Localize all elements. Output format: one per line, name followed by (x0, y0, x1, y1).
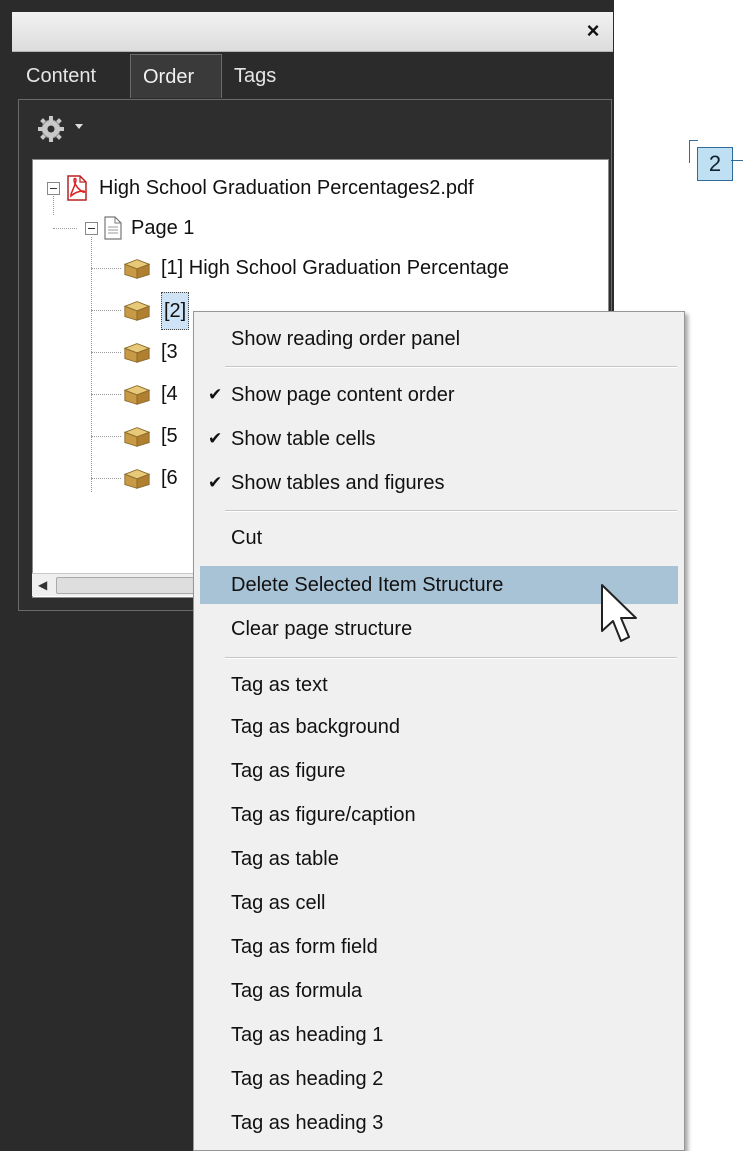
menu-item-show-reading-order-panel[interactable]: Show reading order panel (200, 320, 678, 358)
menu-item-tag-as-heading-1[interactable]: Tag as heading 1 (200, 1016, 678, 1054)
menu-item-tag-as-background[interactable]: Tag as background (200, 708, 678, 746)
menu-item-show-table-cells[interactable]: ✔ Show table cells (200, 420, 678, 458)
menu-item-label: Tag as heading 3 (231, 1112, 384, 1134)
tab-tags[interactable]: Tags (222, 54, 302, 98)
menu-item-tag-as-heading-2[interactable]: Tag as heading 2 (200, 1060, 678, 1098)
container-box-icon (123, 427, 151, 447)
menu-separator (225, 366, 677, 368)
tree-connector (53, 193, 54, 215)
checkmark-icon: ✔ (208, 429, 223, 448)
tab-order[interactable]: Order (130, 54, 222, 98)
scrollbar-thumb[interactable] (56, 577, 208, 594)
menu-item-tag-as-figure[interactable]: Tag as figure (200, 752, 678, 790)
container-box-icon (123, 259, 151, 279)
menu-item-tag-as-table[interactable]: Tag as table (200, 840, 678, 878)
menu-item-label: Delete Selected Item Structure (231, 574, 504, 596)
mouse-cursor-icon (601, 584, 637, 642)
menu-item-tag-as-figure-caption[interactable]: Tag as figure/caption (200, 796, 678, 834)
content-item-label: [2] (161, 292, 190, 330)
context-menu: Show reading order panel ✔ Show page conte… (193, 311, 685, 1151)
tree-connector (91, 352, 121, 353)
tree-connector (53, 228, 77, 229)
menu-item-label: Clear page structure (231, 618, 413, 640)
panel-title-bar: × (12, 12, 613, 52)
menu-item-label: Cut (231, 527, 263, 549)
menu-item-tag-as-formula[interactable]: Tag as formula (200, 972, 678, 1010)
container-box-icon (123, 301, 151, 321)
order-badge-connector (731, 160, 743, 161)
tab-content[interactable]: Content (14, 54, 124, 98)
tree-connector (91, 394, 121, 395)
chevron-down-icon (75, 124, 83, 129)
menu-item-cut[interactable]: Cut (200, 519, 678, 557)
menu-item-label: Tag as heading 1 (231, 1024, 384, 1046)
menu-item-label: Tag as figure/caption (231, 804, 416, 826)
menu-item-label: Tag as cell (231, 892, 326, 914)
menu-item-tag-as-cell[interactable]: Tag as cell (200, 884, 678, 922)
menu-item-label: Tag as formula (231, 980, 363, 1002)
document-name: High School Graduation Percentages2.pdf (99, 177, 474, 199)
pdf-file-icon (67, 175, 87, 201)
container-box-icon (123, 343, 151, 363)
menu-item-tag-as-form-field[interactable]: Tag as form field (200, 928, 678, 966)
content-item-label: [1] High School Graduation Percentage (161, 257, 509, 279)
menu-item-label: Tag as figure (231, 760, 346, 782)
checkmark-icon: ✔ (208, 385, 223, 404)
menu-item-label: Tag as table (231, 848, 339, 870)
container-box-icon (123, 469, 151, 489)
content-item-label: [4 (161, 383, 178, 405)
tree-connector (91, 268, 121, 269)
order-badge[interactable]: 2 (697, 147, 733, 181)
tree-connector (91, 436, 121, 437)
menu-item-show-page-content-order[interactable]: ✔ Show page content order (200, 376, 678, 414)
content-item-label: [6 (161, 467, 178, 489)
content-item-label: [3 (161, 341, 178, 363)
collapse-toggle-icon[interactable] (47, 182, 60, 195)
content-item-label: [5 (161, 425, 178, 447)
menu-item-label: Tag as heading 2 (231, 1068, 384, 1090)
menu-item-label: Show page content order (231, 384, 455, 406)
menu-item-tag-as-text[interactable]: Tag as text (200, 666, 678, 704)
menu-item-label: Tag as form field (231, 936, 378, 958)
menu-item-label: Show table cells (231, 428, 376, 450)
menu-separator (225, 510, 677, 512)
scroll-left-arrow-icon[interactable]: ◀ (38, 578, 47, 592)
container-box-icon (123, 385, 151, 405)
menu-item-label: Show reading order panel (231, 328, 461, 350)
menu-item-label: Show tables and figures (231, 472, 445, 494)
tree-connector (91, 478, 121, 479)
page-label: Page 1 (131, 217, 195, 239)
page-icon (104, 216, 122, 240)
menu-item-show-tables-and-figures[interactable]: ✔ Show tables and figures (200, 464, 678, 502)
close-icon[interactable]: × (581, 19, 605, 43)
checkmark-icon: ✔ (208, 473, 223, 492)
menu-separator (225, 657, 677, 659)
collapse-toggle-icon[interactable] (85, 222, 98, 235)
menu-item-tag-as-heading-3[interactable]: Tag as heading 3 (200, 1104, 678, 1142)
options-menu-button[interactable] (37, 114, 95, 144)
menu-item-label: Tag as background (231, 716, 401, 738)
tree-connector (91, 310, 121, 311)
gear-icon (38, 116, 64, 142)
menu-item-label: Tag as text (231, 674, 328, 696)
tree-connector (91, 237, 92, 492)
